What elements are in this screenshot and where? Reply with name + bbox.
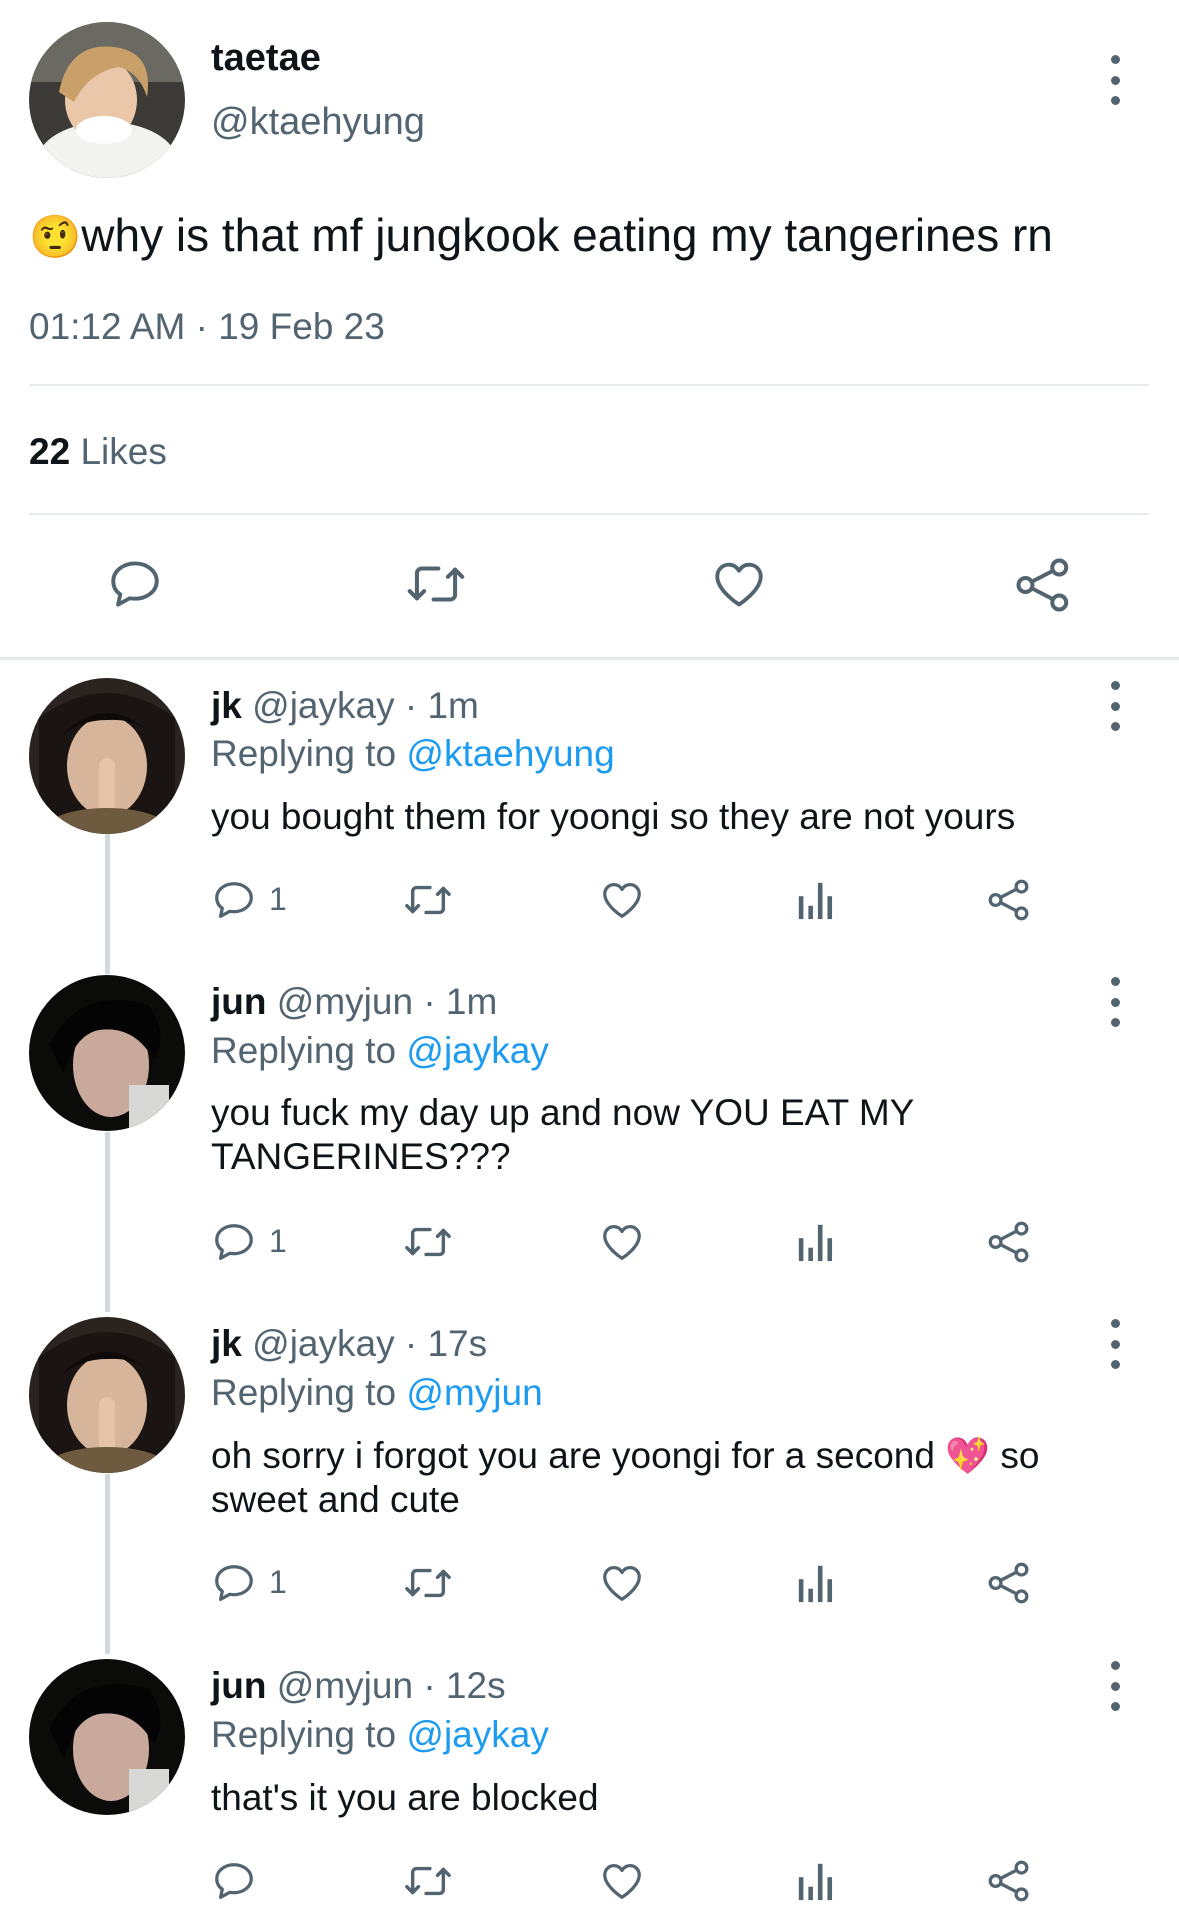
retweet-icon[interactable] xyxy=(403,1858,453,1904)
likes-summary[interactable]: 22 Likes xyxy=(29,430,167,474)
mention-link[interactable]: @ktaehyung xyxy=(406,733,614,774)
reply-3-text: oh sorry i forgot you are yoongi for a s… xyxy=(211,1435,1040,1520)
retweet-icon[interactable] xyxy=(403,1219,453,1265)
reply-1-header: jk @jaykay · 1m xyxy=(211,684,479,728)
reply-1-reply-count: 1 xyxy=(269,881,287,917)
divider xyxy=(29,384,1149,386)
retweet-icon[interactable] xyxy=(403,877,453,923)
reply-bubble-icon[interactable] xyxy=(211,1219,257,1265)
retweet-icon[interactable] xyxy=(405,555,467,613)
more-vertical-icon xyxy=(1110,681,1120,690)
reply-1-text: you bought them for yoongi so they are n… xyxy=(211,796,1016,837)
thread-connector xyxy=(105,1474,110,1654)
analytics-bars-icon[interactable] xyxy=(796,1860,836,1902)
share-icon[interactable] xyxy=(986,877,1032,923)
main-timestamp[interactable]: 01:12 AM · 19 Feb 23 xyxy=(29,305,385,349)
avatar-taetae[interactable] xyxy=(29,22,185,178)
sparkling-heart-emoji: 💖 xyxy=(945,1435,991,1476)
raised-eyebrow-emoji: 🤨 xyxy=(29,213,82,260)
avatar-jk[interactable] xyxy=(29,1317,185,1473)
reply-3-age: · 17s xyxy=(404,1323,488,1364)
reply-3-handle[interactable]: @jaykay xyxy=(252,1323,394,1364)
reply-3-display-name[interactable]: jk xyxy=(211,1323,242,1364)
share-icon[interactable] xyxy=(986,1858,1032,1904)
more-vertical-icon xyxy=(1110,1319,1120,1328)
main-more-button[interactable] xyxy=(1100,55,1130,105)
likes-count: 22 xyxy=(29,431,71,472)
reply-bubble-icon[interactable] xyxy=(211,1560,257,1606)
divider xyxy=(29,513,1149,515)
reply-bubble-icon[interactable] xyxy=(211,1858,257,1904)
reply-4-handle[interactable]: @myjun xyxy=(277,1665,413,1706)
reply-2-more-button[interactable] xyxy=(1100,977,1130,1027)
reply-2-header: jun @myjun · 1m xyxy=(211,980,497,1024)
avatar-jun[interactable] xyxy=(29,1659,185,1815)
reply-2-reply-count: 1 xyxy=(269,1223,287,1259)
reply-3-more-button[interactable] xyxy=(1100,1319,1130,1369)
reply-4-age: · 12s xyxy=(423,1665,506,1706)
analytics-bars-icon[interactable] xyxy=(796,1221,836,1263)
reply-2-text: you fuck my day up and now YOU EAT MY TA… xyxy=(211,1092,914,1177)
reply-4-header: jun @myjun · 12s xyxy=(211,1664,506,1708)
section-divider xyxy=(0,657,1179,660)
reply-1-replying-to: Replying to @ktaehyung xyxy=(211,733,615,774)
reply-1-handle[interactable]: @jaykay xyxy=(252,685,394,726)
reply-2-replying-to: Replying to @jaykay xyxy=(211,1030,549,1071)
thread-connector xyxy=(105,834,110,974)
reply-2-display-name[interactable]: jun xyxy=(211,981,266,1022)
reply-1-more-button[interactable] xyxy=(1100,681,1130,731)
reply-2-age: · 1m xyxy=(423,981,498,1022)
reply-3-reply-count: 1 xyxy=(269,1564,287,1600)
reply-4-display-name[interactable]: jun xyxy=(211,1665,266,1706)
heart-icon[interactable] xyxy=(709,555,769,613)
reply-4-more-button[interactable] xyxy=(1100,1661,1130,1711)
mention-link[interactable]: @jaykay xyxy=(406,1030,548,1071)
reply-3-replying-to: Replying to @myjun xyxy=(211,1372,543,1413)
reply-1-age: · 1m xyxy=(404,685,479,726)
reply-1-display-name[interactable]: jk xyxy=(211,685,242,726)
analytics-bars-icon[interactable] xyxy=(796,879,836,921)
main-handle[interactable]: @ktaehyung xyxy=(211,100,425,144)
main-display-name[interactable]: taetae xyxy=(211,36,321,80)
analytics-bars-icon[interactable] xyxy=(796,1562,836,1604)
heart-icon[interactable] xyxy=(598,877,646,923)
avatar-jun[interactable] xyxy=(29,975,185,1131)
more-vertical-icon xyxy=(1110,1661,1120,1670)
main-tweet-text: 🤨why is that mf jungkook eating my tange… xyxy=(29,209,1053,261)
more-vertical-icon xyxy=(1110,55,1120,64)
heart-icon[interactable] xyxy=(598,1858,646,1904)
share-icon[interactable] xyxy=(986,1219,1032,1265)
reply-bubble-icon[interactable] xyxy=(211,877,257,923)
reply-bubble-icon[interactable] xyxy=(106,555,164,613)
heart-icon[interactable] xyxy=(598,1560,646,1606)
thread-connector xyxy=(105,1132,110,1312)
reply-4-replying-to: Replying to @jaykay xyxy=(211,1714,549,1755)
reply-2-handle[interactable]: @myjun xyxy=(277,981,413,1022)
mention-link[interactable]: @jaykay xyxy=(406,1714,548,1755)
retweet-icon[interactable] xyxy=(403,1560,453,1606)
heart-icon[interactable] xyxy=(598,1219,646,1265)
avatar-jk[interactable] xyxy=(29,678,185,834)
more-vertical-icon xyxy=(1110,977,1120,986)
reply-4-text: that's it you are blocked xyxy=(211,1777,599,1818)
share-icon[interactable] xyxy=(1013,555,1073,615)
likes-label: Likes xyxy=(80,431,167,472)
share-icon[interactable] xyxy=(986,1560,1032,1606)
reply-3-header: jk @jaykay · 17s xyxy=(211,1322,487,1366)
mention-link[interactable]: @myjun xyxy=(406,1372,542,1413)
